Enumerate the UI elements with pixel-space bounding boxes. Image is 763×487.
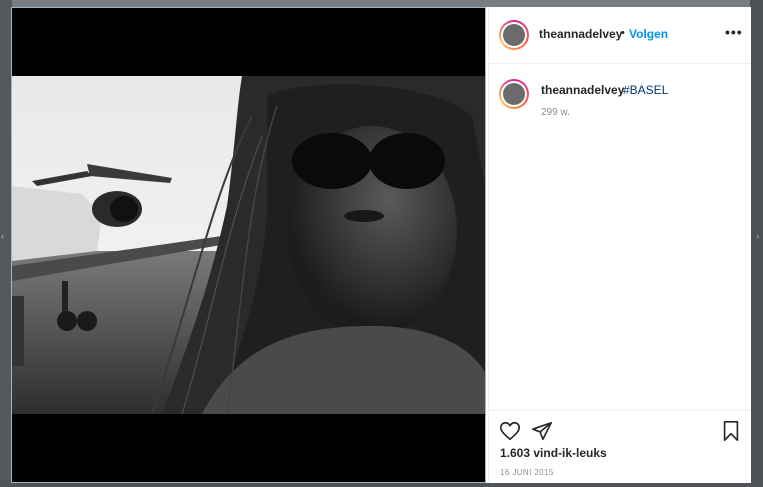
post-actions: 1.603 vind-ik-leuks 16 JUNI 2015 [489, 410, 751, 484]
paper-plane-icon[interactable] [531, 420, 553, 447]
post-modal: theannadelvey • Volgen ••• theannadelvey… [11, 7, 751, 483]
background-page-right [750, 0, 763, 487]
more-options-icon[interactable]: ••• [725, 24, 743, 40]
bookmark-outline-icon[interactable] [721, 420, 741, 447]
author-username[interactable]: theannadelvey [539, 27, 622, 41]
caption-hashtag[interactable]: #BASEL [623, 83, 668, 97]
header-separator: • [621, 27, 625, 39]
likes-count[interactable]: 1.603 vind-ik-leuks [500, 446, 607, 460]
caption-username[interactable]: theannadelvey [541, 83, 624, 97]
heart-outline-icon[interactable] [499, 420, 521, 447]
post-photo [12, 76, 485, 414]
caption-age[interactable]: 299 w. [541, 107, 570, 118]
author-avatar[interactable] [499, 20, 529, 50]
post-photo-image [12, 76, 485, 414]
post-header: theannadelvey • Volgen ••• [489, 7, 751, 64]
caption-avatar-image [503, 83, 525, 105]
post-media-pane [11, 7, 486, 483]
author-avatar-image [503, 24, 525, 46]
follow-button[interactable]: Volgen [629, 27, 668, 41]
next-post-arrow-icon[interactable]: › [756, 232, 762, 242]
post-date[interactable]: 16 JUNI 2015 [500, 468, 554, 477]
caption-avatar[interactable] [499, 79, 529, 109]
post-info-pane: theannadelvey • Volgen ••• theannadelvey… [488, 7, 751, 483]
previous-post-arrow-icon[interactable]: ‹ [1, 232, 7, 242]
